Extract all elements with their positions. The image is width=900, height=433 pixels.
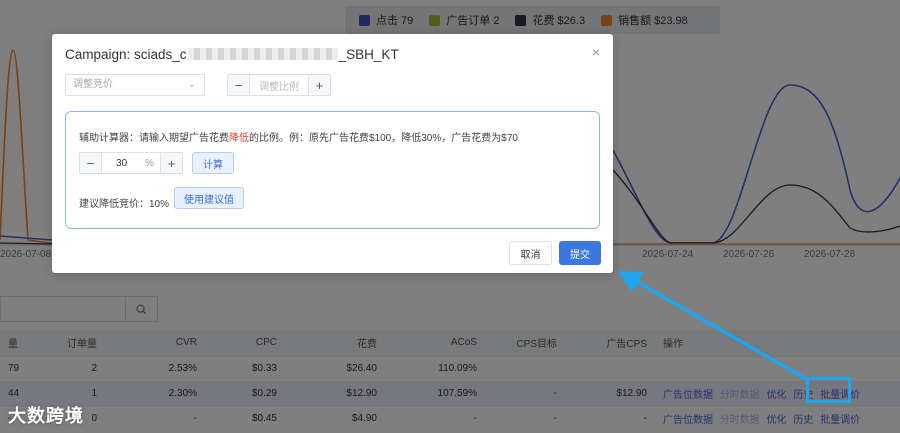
watermark-logo: 大数跨境 <box>8 406 84 426</box>
close-icon[interactable]: × <box>592 44 600 60</box>
chevron-down-icon: ⌄ <box>187 79 196 90</box>
ratio-increase-button[interactable]: + <box>309 75 330 95</box>
dialog-title-prefix: Campaign: sciads_c <box>65 47 187 62</box>
calculator-desc-highlight: 降低 <box>229 133 249 144</box>
calculator-desc-text: 的比例。例：原先广告花费$100，降低30%，广告花费为$70 <box>249 133 518 144</box>
ratio-decrease-button[interactable]: − <box>228 75 249 95</box>
assist-calculator: 辅助计算器：请输入期望广告花费降低的比例。例：原先广告花费$100，降低30%，… <box>65 111 600 229</box>
redacted-campaign-name <box>187 48 338 60</box>
calculator-desc-text: 辅助计算器：请输入期望广告花费 <box>79 133 229 144</box>
suggested-reduction-text: 建议降低竞价：10% <box>79 199 170 210</box>
adjust-ratio-input[interactable]: 调整比例 <box>249 75 309 95</box>
bid-adjust-select-placeholder: 调整竞价 <box>73 79 113 90</box>
calculate-button[interactable]: 计算 <box>192 152 234 174</box>
bid-adjust-select[interactable]: 调整竞价 ⌄ <box>65 74 205 96</box>
reduce-percent-value: 30 <box>116 157 128 169</box>
dialog-title-suffix: _SBH_KT <box>338 47 399 62</box>
percent-increase-button[interactable]: + <box>161 153 182 173</box>
dialog-title: Campaign: sciads_c _SBH_KT <box>65 47 399 62</box>
reduce-percent-input[interactable]: 30 % <box>101 153 161 173</box>
calculator-description: 辅助计算器：请输入期望广告花费降低的比例。例：原先广告花费$100，降低30%，… <box>79 129 518 144</box>
percent-unit: % <box>145 157 154 169</box>
adjust-ratio-stepper[interactable]: − 调整比例 + <box>227 74 331 96</box>
cancel-button[interactable]: 取消 <box>509 241 552 265</box>
percent-decrease-button[interactable]: − <box>80 153 101 173</box>
reduce-percent-stepper[interactable]: − 30 % + <box>79 152 183 174</box>
use-suggestion-button[interactable]: 使用建议值 <box>174 187 244 209</box>
batch-bid-adjust-dialog: Campaign: sciads_c _SBH_KT × 调整竞价 ⌄ − 调整比… <box>52 34 613 273</box>
submit-button[interactable]: 提交 <box>559 241 601 265</box>
